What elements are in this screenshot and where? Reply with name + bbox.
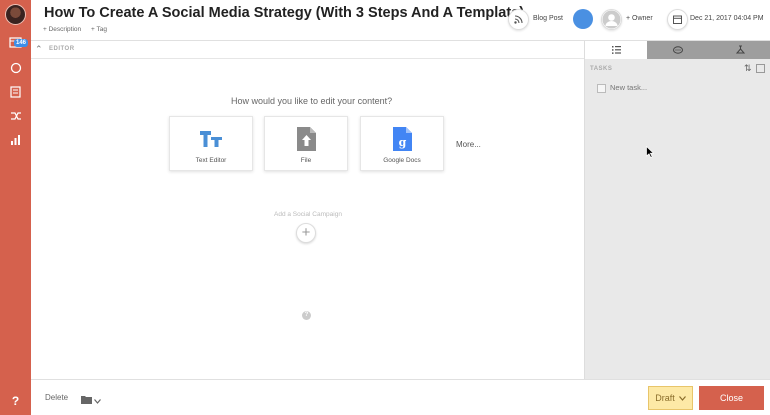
folder-icon [81, 391, 92, 409]
folder-dropdown[interactable] [81, 391, 101, 409]
notification-badge: 146 [14, 39, 29, 47]
circle-icon[interactable] [8, 60, 23, 75]
google-docs-icon: g [361, 126, 443, 152]
mouse-cursor-icon [646, 145, 655, 158]
add-social-campaign-button[interactable]: + [296, 223, 316, 243]
owner-label[interactable]: + Owner [626, 15, 653, 22]
user-avatar[interactable] [5, 4, 26, 25]
text-editor-label: Text Editor [195, 157, 227, 164]
calendar-date-icon[interactable] [667, 9, 688, 30]
tasks-heading: TASKS [590, 66, 613, 72]
task-list-icon [611, 41, 621, 59]
document-list-icon[interactable] [8, 84, 23, 99]
delete-button[interactable]: Delete [45, 393, 68, 402]
text-editor-option[interactable]: Text Editor [169, 116, 253, 171]
shuffle-icon[interactable] [8, 108, 23, 123]
editor-section-label: EDITOR [49, 46, 75, 52]
google-docs-label: Google Docs [383, 157, 421, 164]
comments-icon [673, 41, 683, 59]
tab-comments[interactable] [647, 41, 709, 59]
add-social-campaign-label[interactable]: Add a Social Campaign [274, 211, 342, 218]
sort-icon[interactable]: ⇅ [744, 63, 752, 74]
content-header: How To Create A Social Media Strategy (W… [31, 0, 770, 41]
due-date[interactable]: Dec 21, 2017 04:04 PM [690, 15, 764, 22]
color-dot[interactable] [573, 9, 593, 29]
status-dropdown[interactable]: Draft [648, 386, 693, 410]
activity-icon [735, 41, 745, 59]
add-description-link[interactable]: + Description [43, 26, 81, 33]
google-docs-option[interactable]: g Google Docs [360, 116, 444, 171]
more-options-link[interactable]: More... [456, 140, 481, 149]
edit-prompt: How would you like to edit your content? [231, 96, 393, 106]
chevron-up-icon[interactable]: ⌃ [35, 44, 43, 55]
text-editor-icon [170, 126, 252, 152]
tab-tasks[interactable] [585, 41, 647, 59]
add-tag-link[interactable]: + Tag [91, 26, 107, 33]
file-option[interactable]: File [264, 116, 348, 171]
new-task-checkbox[interactable] [597, 84, 606, 93]
help-icon[interactable]: ? [8, 394, 23, 408]
status-label: Draft [655, 393, 675, 403]
editor-section-bar[interactable]: ⌃ EDITOR [31, 41, 584, 59]
chevron-down-icon [678, 393, 686, 403]
panel-tabs [585, 41, 770, 59]
file-label: File [300, 157, 312, 164]
page-title[interactable]: How To Create A Social Media Strategy (W… [44, 5, 524, 21]
close-button[interactable]: Close [699, 386, 764, 410]
right-panel: TASKS ⇅ [584, 41, 770, 379]
left-sidebar: 146 ? [0, 0, 31, 415]
chevron-down-icon [94, 391, 101, 409]
file-upload-icon [265, 126, 347, 152]
bar-chart-icon[interactable] [8, 132, 23, 147]
footer-bar: Delete Draft Close [31, 379, 770, 415]
svg-text:g: g [398, 136, 406, 149]
owner-avatar-icon[interactable] [601, 9, 622, 30]
new-task-input[interactable] [610, 83, 750, 92]
tab-activity[interactable] [709, 41, 770, 59]
help-icon[interactable]: ? [302, 311, 311, 320]
layout-toggle-icon[interactable] [756, 64, 765, 73]
content-type-label[interactable]: Blog Post [533, 15, 563, 22]
rss-icon[interactable] [508, 9, 529, 30]
